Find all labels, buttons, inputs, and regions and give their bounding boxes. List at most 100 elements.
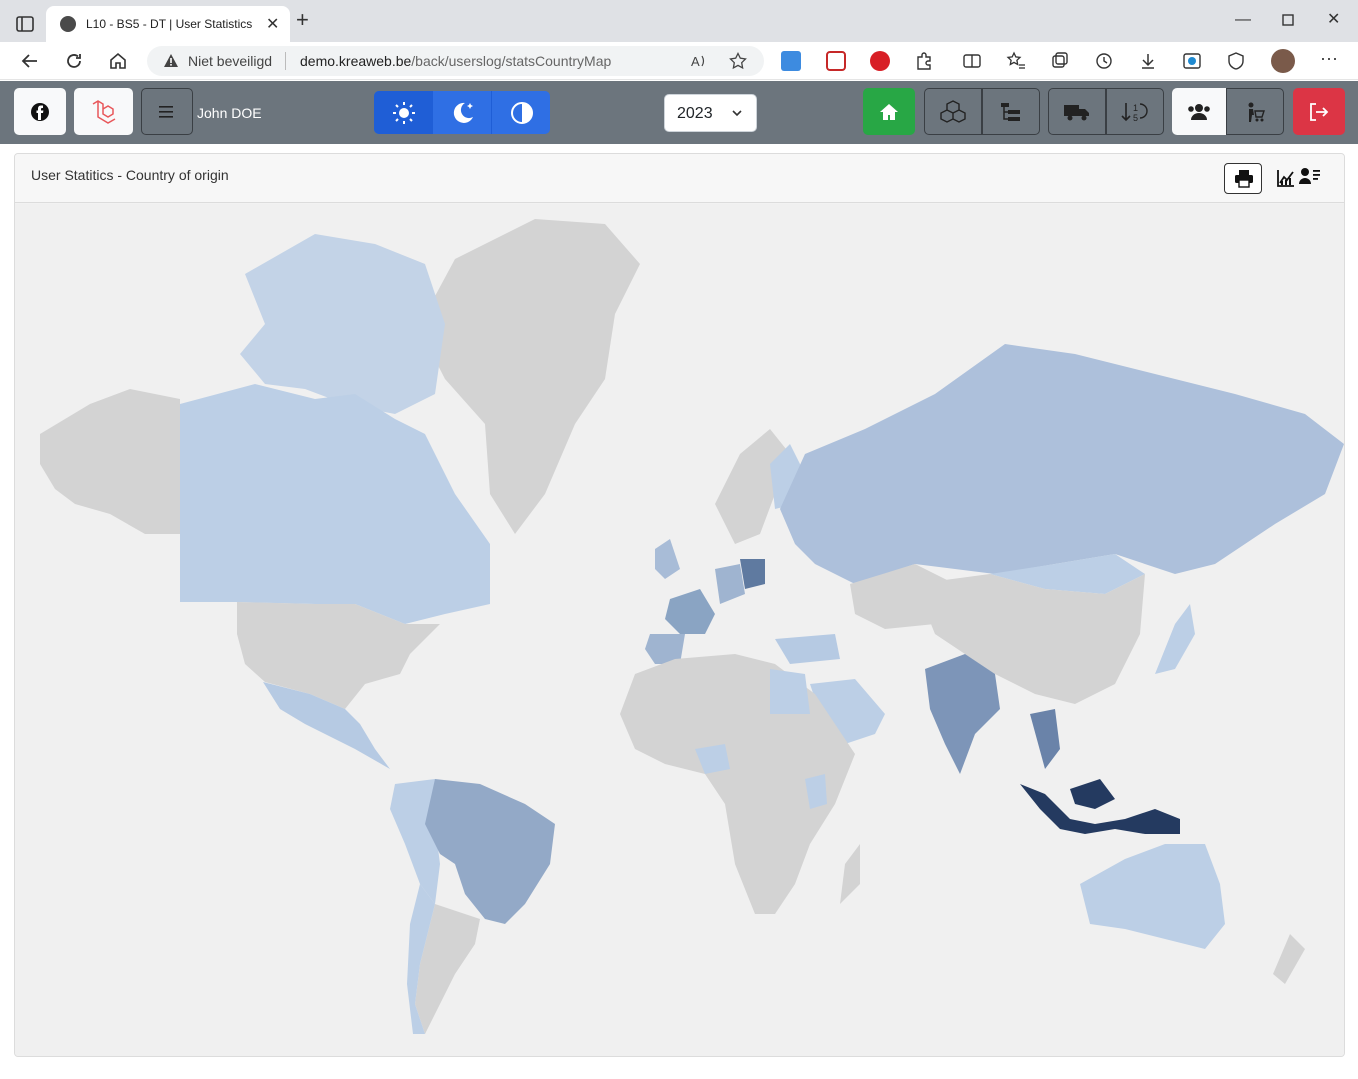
svg-text:A: A — [691, 54, 700, 69]
collections-icon[interactable] — [1050, 51, 1070, 71]
logout-button[interactable] — [1293, 88, 1345, 135]
sort-numeric-icon: 15 — [1121, 102, 1148, 123]
svg-text:5: 5 — [1133, 113, 1138, 123]
favorites-icon[interactable] — [1006, 51, 1026, 71]
chart-line-icon[interactable] — [1276, 168, 1296, 188]
favorite-star-icon[interactable] — [729, 52, 747, 70]
theme-switcher — [374, 91, 550, 134]
truck-icon — [1064, 104, 1089, 120]
history-icon[interactable] — [1094, 51, 1114, 71]
menu-button[interactable] — [141, 88, 193, 135]
users-button[interactable] — [1172, 88, 1226, 135]
minimize-icon[interactable]: — — [1235, 12, 1251, 28]
url-divider — [285, 52, 286, 70]
country-madagascar[interactable] — [840, 844, 860, 904]
home-button[interactable] — [863, 88, 915, 135]
country-france[interactable] — [665, 589, 715, 634]
browser-tab[interactable]: L10 - BS5 - DT | User Statistics ✕ — [46, 6, 290, 42]
facebook-icon — [31, 102, 49, 121]
country-canada-islands[interactable] — [240, 234, 445, 414]
customer-button[interactable] — [1226, 88, 1284, 135]
country-alaska[interactable] — [40, 389, 180, 534]
person-cart-icon — [1248, 102, 1265, 122]
sort-button[interactable]: 15 — [1106, 88, 1164, 135]
world-map: 0 27 — [15, 204, 1344, 1056]
home-icon[interactable] — [107, 50, 129, 72]
country-egypt[interactable] — [770, 669, 810, 714]
theme-dark-button[interactable] — [433, 91, 491, 134]
extensions-puzzle-icon[interactable] — [914, 51, 934, 71]
app-navbar: John DOE 2023 15 — [0, 81, 1358, 144]
printer-icon — [1235, 170, 1253, 188]
svg-text:1: 1 — [1133, 103, 1138, 113]
sun-icon — [393, 102, 415, 124]
contrast-icon — [511, 102, 533, 124]
back-icon[interactable] — [19, 50, 41, 72]
country-greenland[interactable] — [420, 219, 640, 534]
users-icon — [1188, 103, 1210, 120]
year-select[interactable]: 2023 — [664, 94, 757, 132]
extension-fi-icon[interactable] — [781, 51, 801, 71]
address-toolbar: Niet beveiligd demo.kreaweb.be/back/user… — [0, 42, 1358, 80]
logout-icon — [1310, 102, 1329, 121]
country-turkey[interactable] — [775, 634, 840, 664]
print-button[interactable] — [1224, 163, 1262, 194]
reload-icon[interactable] — [63, 50, 85, 72]
country-germany[interactable] — [715, 564, 745, 604]
maximize-icon[interactable] — [1282, 14, 1294, 26]
browser-tabbar: L10 - BS5 - DT | User Statistics ✕ + — ✕ — [0, 0, 1358, 42]
edge-bar-icon[interactable] — [1182, 51, 1202, 71]
theme-auto-button[interactable] — [491, 91, 550, 134]
country-india[interactable] — [925, 654, 1000, 774]
country-australia[interactable] — [1080, 844, 1225, 949]
site-favicon-icon — [60, 16, 76, 32]
country-poland[interactable] — [740, 559, 765, 589]
more-menu-icon[interactable]: ··· — [1320, 48, 1340, 68]
card-title: User Statitics - Country of origin — [31, 167, 229, 183]
browser-essentials-icon[interactable] — [1226, 51, 1246, 71]
extension-media-icon[interactable] — [826, 51, 846, 71]
chevron-down-icon — [732, 110, 742, 117]
url-host: demo.kreaweb.be — [300, 53, 412, 69]
country-uk[interactable] — [655, 539, 680, 579]
user-list-icon[interactable] — [1299, 167, 1321, 185]
country-russia[interactable] — [780, 344, 1344, 584]
tab-actions-icon[interactable] — [14, 13, 36, 35]
download-icon[interactable] — [1138, 51, 1158, 71]
cubes-icon — [940, 99, 966, 123]
url-text: demo.kreaweb.be/back/userslog/statsCount… — [300, 53, 611, 69]
country-borneo[interactable] — [1070, 779, 1115, 809]
url-path: /back/userslog/statsCountryMap — [411, 53, 612, 69]
tree-button[interactable] — [982, 88, 1040, 135]
warning-icon — [164, 54, 178, 67]
country-new-zealand[interactable] — [1273, 934, 1305, 984]
stats-card: User Statitics - Country of origin — [14, 153, 1345, 1057]
year-value: 2023 — [677, 105, 713, 122]
card-header: User Statitics - Country of origin — [15, 154, 1344, 203]
country-canada[interactable] — [180, 384, 490, 624]
laravel-icon — [92, 99, 115, 124]
moon-icon — [453, 102, 473, 123]
extension-opera-icon[interactable] — [870, 51, 890, 71]
sitemap-icon — [1001, 102, 1020, 121]
country-brazil[interactable] — [425, 779, 555, 924]
split-screen-icon[interactable] — [962, 51, 982, 71]
laravel-button[interactable] — [74, 88, 133, 135]
house-icon — [880, 103, 898, 120]
tab-close-icon[interactable]: ✕ — [266, 14, 279, 34]
window-close-icon[interactable]: ✕ — [1327, 12, 1340, 28]
new-tab-icon[interactable]: + — [296, 9, 309, 31]
address-field[interactable]: Niet beveiligd demo.kreaweb.be/back/user… — [147, 46, 764, 76]
hamburger-icon — [159, 105, 173, 118]
facebook-button[interactable] — [14, 88, 66, 135]
security-label: Niet beveiligd — [188, 53, 273, 69]
profile-avatar[interactable] — [1271, 49, 1295, 73]
shipping-button[interactable] — [1048, 88, 1106, 135]
products-button[interactable] — [924, 88, 982, 135]
country-japan[interactable] — [1155, 604, 1195, 674]
user-name[interactable]: John DOE — [197, 105, 262, 121]
choropleth-map — [40, 219, 1344, 1034]
tab-title: L10 - BS5 - DT | User Statistics — [86, 17, 253, 31]
read-aloud-icon[interactable]: A — [690, 52, 708, 70]
country-thailand[interactable] — [1030, 709, 1060, 769]
